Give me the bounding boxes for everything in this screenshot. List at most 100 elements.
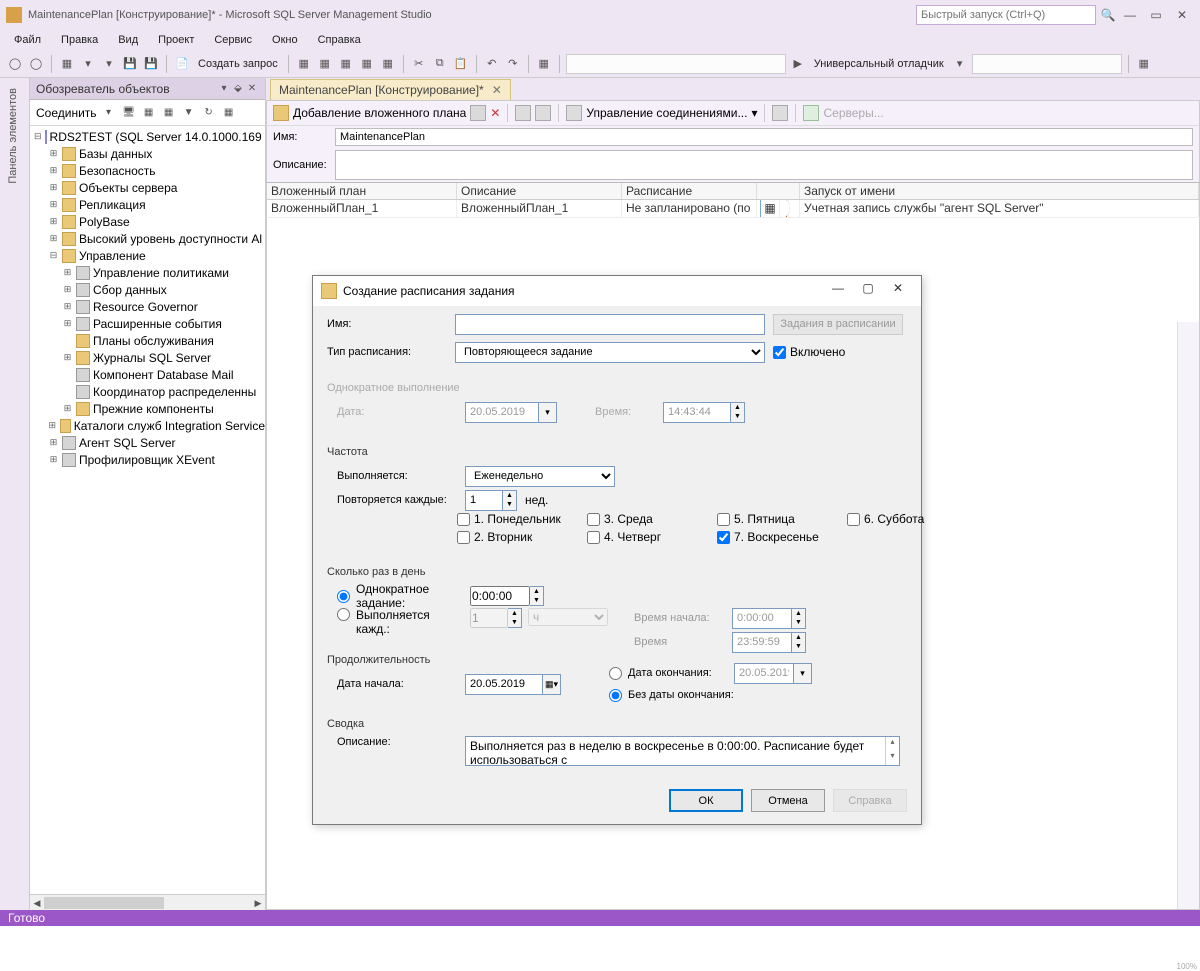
nav-back-icon[interactable]: ◯ <box>6 55 24 73</box>
plan-name-input[interactable] <box>335 128 1193 146</box>
collapse-icon[interactable]: ⊟ <box>34 131 42 142</box>
nav-fwd-icon[interactable]: ◯ <box>27 55 45 73</box>
expander-icon[interactable]: ⊞ <box>48 420 57 431</box>
menu-help[interactable]: Справка <box>308 32 371 48</box>
expander-icon[interactable]: ⊞ <box>48 182 59 193</box>
expander-icon[interactable]: ⊞ <box>62 318 73 329</box>
oe-icon-6[interactable]: ▦ <box>221 107 237 118</box>
panel-pin-icon[interactable]: ⬙ <box>231 83 245 94</box>
scroll-left-icon[interactable]: ◀ <box>30 895 44 911</box>
day-checkbox-input[interactable] <box>717 531 730 544</box>
ok-button[interactable]: ОК <box>669 789 743 812</box>
tree-node[interactable]: ⊞Агент SQL Server <box>30 434 265 451</box>
tree-node[interactable]: ⊞Сбор данных <box>30 281 265 298</box>
tree-node[interactable]: Координатор распределенны <box>30 383 265 400</box>
tb-combo-2[interactable] <box>972 54 1122 74</box>
folder-icon[interactable]: ▾ <box>100 55 118 73</box>
dur-end-radio[interactable] <box>609 667 622 680</box>
redo-icon[interactable]: ↷ <box>504 55 522 73</box>
search-icon[interactable]: 🔍 <box>1100 8 1116 22</box>
summary-scrollbar[interactable]: ▴▾ <box>885 737 899 765</box>
day-checkbox-input[interactable] <box>457 513 470 526</box>
expander-icon[interactable]: ⊟ <box>48 250 59 261</box>
expander-icon[interactable]: ⊞ <box>62 301 73 312</box>
tb-combo-1[interactable] <box>566 54 786 74</box>
paste-icon[interactable]: 📋 <box>452 55 470 73</box>
tb-icon-3[interactable]: ▦ <box>337 55 355 73</box>
spin-up-icon[interactable]: ▲ <box>503 491 516 501</box>
tb-icon-4[interactable]: ▦ <box>358 55 376 73</box>
filter-icon[interactable]: ▼ <box>181 107 197 118</box>
oe-icon-5[interactable]: ↻ <box>201 107 217 118</box>
tree-node[interactable]: ⊞Высокий уровень доступности Al <box>30 230 265 247</box>
expander-icon[interactable]: ⊞ <box>62 352 73 363</box>
tree-node[interactable]: ⊞Объекты сервера <box>30 179 265 196</box>
saveall-icon[interactable]: 💾 <box>142 55 160 73</box>
day-checkbox[interactable]: 7. Воскресенье <box>717 530 847 544</box>
add-subplan-button[interactable]: Добавление вложенного плана <box>293 106 466 120</box>
dialog-minimize-button[interactable]: — <box>823 281 853 301</box>
tb-icon-2[interactable]: ▦ <box>316 55 334 73</box>
day-checkbox[interactable]: 1. Понедельник <box>457 512 587 526</box>
new-icon[interactable]: ▦ <box>58 55 76 73</box>
cut-icon[interactable]: ✂ <box>410 55 428 73</box>
tree-node[interactable]: ⊞Расширенные события <box>30 315 265 332</box>
expander-icon[interactable]: ⊞ <box>48 216 59 227</box>
menu-window[interactable]: Окно <box>262 32 308 48</box>
expander-icon[interactable]: ⊞ <box>48 437 59 448</box>
servers-button[interactable]: Серверы... <box>823 106 883 120</box>
create-query-button[interactable]: Создать запрос <box>194 58 282 70</box>
expander-icon[interactable]: ⊞ <box>48 233 59 244</box>
tree-node[interactable]: ⊞Управление политиками <box>30 264 265 281</box>
chevron-down-icon[interactable]: ▾ <box>101 107 117 118</box>
panel-close-icon[interactable]: ✕ <box>245 83 259 94</box>
dur-noend-radio[interactable] <box>609 689 622 702</box>
day-checkbox[interactable]: 2. Вторник <box>457 530 587 544</box>
schedule-name-input[interactable] <box>455 314 765 335</box>
panel-dropdown-icon[interactable]: ▾ <box>217 83 231 94</box>
misc-icon[interactable]: ▦ <box>535 55 553 73</box>
oe-icon-1[interactable]: 🖥 <box>121 107 137 118</box>
subplan-prop-icon[interactable] <box>470 105 486 121</box>
day-checkbox[interactable]: 5. Пятница <box>717 512 847 526</box>
toolbox-collapsed[interactable]: Панель элементов <box>0 78 30 910</box>
daily-once-radio[interactable] <box>337 590 350 603</box>
tree-node[interactable]: ⊞Прежние компоненты <box>30 400 265 417</box>
menu-project[interactable]: Проект <box>148 32 204 48</box>
day-checkbox[interactable]: 6. Суббота <box>847 512 977 526</box>
scroll-thumb[interactable] <box>44 897 164 909</box>
dialog-maximize-button[interactable]: ▢ <box>853 281 883 301</box>
delete-icon[interactable]: ✕ <box>490 106 500 120</box>
open-icon[interactable]: ▾ <box>79 55 97 73</box>
tree-node[interactable]: ⊞Журналы SQL Server <box>30 349 265 366</box>
expander-icon[interactable]: ⊞ <box>62 403 73 414</box>
dialog-close-button[interactable]: ✕ <box>883 281 913 301</box>
horizontal-scrollbar[interactable]: ◀ ▶ <box>30 894 265 910</box>
menu-view[interactable]: Вид <box>108 32 148 48</box>
tb-icon-5[interactable]: ▦ <box>379 55 397 73</box>
undo-icon[interactable]: ↶ <box>483 55 501 73</box>
day-checkbox-input[interactable] <box>457 531 470 544</box>
oe-icon-2[interactable]: ▦ <box>141 107 157 118</box>
expander-icon[interactable]: ⊞ <box>48 199 59 210</box>
copy-icon[interactable]: ⧉ <box>431 55 449 73</box>
day-checkbox-input[interactable] <box>847 513 860 526</box>
report-icon[interactable] <box>772 105 788 121</box>
scroll-right-icon[interactable]: ▶ <box>251 895 265 911</box>
tree-node[interactable]: ⊞Безопасность <box>30 162 265 179</box>
day-checkbox-input[interactable] <box>587 531 600 544</box>
tab-maintenance-plan[interactable]: MaintenancePlan [Конструирование]* ✕ <box>270 79 511 100</box>
day-checkbox[interactable]: 3. Среда <box>587 512 717 526</box>
chevron-down-icon[interactable]: ▾ <box>751 106 757 120</box>
expander-icon[interactable]: ⊞ <box>62 267 73 278</box>
tree-node[interactable]: ⊞Resource Governor <box>30 298 265 315</box>
freq-every-input[interactable] <box>465 490 503 511</box>
tree-node[interactable]: ⊞Базы данных <box>30 145 265 162</box>
expander-icon[interactable]: ⊞ <box>48 454 59 465</box>
tab-close-icon[interactable]: ✕ <box>492 83 502 97</box>
grid-icon-2[interactable] <box>535 105 551 121</box>
spin-up-icon[interactable]: ▲ <box>530 587 543 596</box>
expander-icon[interactable]: ⊞ <box>48 148 59 159</box>
day-checkbox[interactable]: 4. Четверг <box>587 530 717 544</box>
tree-root[interactable]: ⊟ RDS2TEST (SQL Server 14.0.1000.169 - A <box>30 128 265 145</box>
